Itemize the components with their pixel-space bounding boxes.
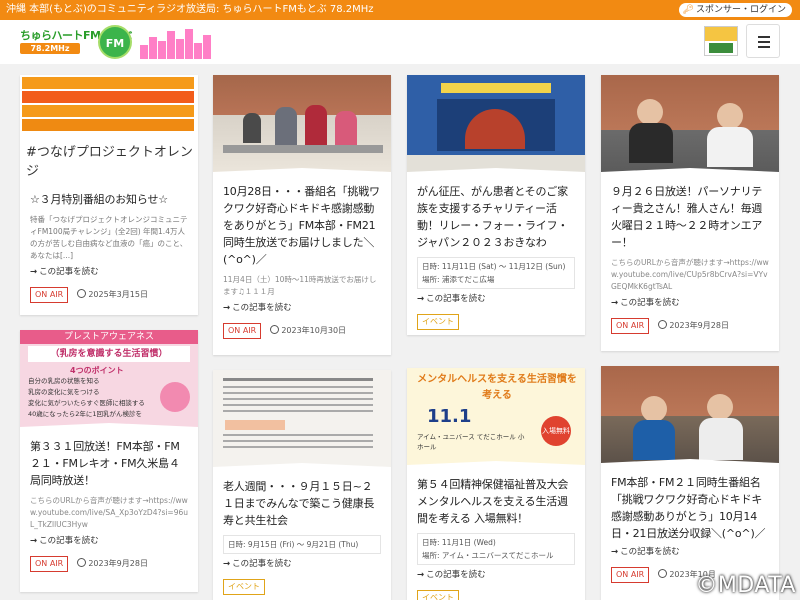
event-date: 日時: 11月1日 (Wed) [422, 538, 496, 547]
arrow-right-icon: → [30, 267, 38, 277]
post-card[interactable]: FM本部・FM２１同時生番組名「挑戦ワクワク好奇心ドキドキ感謝感動ありがとう」1… [601, 366, 779, 600]
arrow-right-icon: → [223, 559, 231, 569]
post-title[interactable]: ９月２６日放送！パーソナリティー貴之さん！雅人さん！毎週火曜日２１時〜２２時オン… [611, 183, 769, 251]
post-excerpt: 特番「つなげプロジェクトオレンジコミュニティFM100局チャレンジ」(全2回) … [30, 215, 188, 260]
post-thumbnail[interactable]: #つなげプロジェクトオレンジ [20, 75, 198, 183]
read-more-link[interactable]: → この記事を読む [417, 293, 575, 305]
post-thumbnail[interactable] [601, 366, 779, 466]
post-date: 2023年9月28日 [658, 320, 729, 330]
post-excerpt: こちらのURLから音声が聴けます→https://www.youtube.com… [30, 496, 189, 529]
read-more-link[interactable]: → この記事を読む [223, 558, 381, 570]
post-date: 2023年10月30日 [270, 325, 346, 335]
post-thumbnail[interactable] [213, 75, 391, 175]
clock-icon [270, 325, 280, 334]
thumbnail-point: 変化に気がついたらすぐ医師に相談する [28, 399, 145, 407]
thumbnail-caption: メンタルヘルスを支える生活習慣を考える [417, 374, 577, 401]
post-date: 2025年3月15日 [77, 289, 148, 299]
event-place: 場所: 浦添てだこ広場 [422, 275, 495, 284]
clock-icon [77, 558, 87, 567]
post-title[interactable]: 10月28日・・・番組名「挑戦ワクワク好奇心ドキドキ感謝感動をありがとう」FM本… [223, 183, 381, 268]
flower-icon [160, 382, 190, 412]
post-card[interactable]: #つなげプロジェクトオレンジ ☆３月特別番組のお知らせ☆ 特番「つなげプロジェク… [20, 75, 198, 315]
category-badge-event[interactable]: イベント [417, 589, 459, 600]
category-badge-onair[interactable]: ON AIR [611, 317, 650, 334]
category-badge-event[interactable]: イベント [223, 578, 265, 595]
post-thumbnail[interactable]: プレストアウェアネス （乳房を意識する生活習慣） 4つのポイント 自分の乳房の状… [20, 330, 198, 430]
post-excerpt: こちらのURLから音声が聴けます→https://www.youtube.com… [611, 258, 769, 291]
logo-frequency: 78.2MHz [20, 43, 80, 54]
top-bar: 沖縄 本部(もとぶ)のコミュニティラジオ放送局: ちゅらハートFMもとぶ 78.… [0, 0, 800, 20]
category-badge-onair[interactable]: ON AIR [30, 286, 69, 303]
read-more-link[interactable]: → この記事を読む [30, 535, 188, 547]
event-date: 日時: 9月15日 (Fri) 〜 9月21日 (Thu) [228, 540, 359, 549]
site-tagline: 沖縄 本部(もとぶ)のコミュニティラジオ放送局: ちゅらハートFMもとぶ 78.… [6, 4, 374, 15]
clock-icon [77, 289, 87, 298]
category-badge-event[interactable]: イベント [417, 313, 459, 330]
category-badge-onair[interactable]: ON AIR [223, 322, 262, 339]
post-card[interactable]: プレストアウェアネス （乳房を意識する生活習慣） 4つのポイント 自分の乳房の状… [20, 330, 198, 592]
post-title[interactable]: FM本部・FM２１同時生番組名「挑戦ワクワク好奇心ドキドキ感謝感動ありがとう」1… [611, 474, 769, 542]
clock-icon [658, 320, 668, 329]
thumbnail-point: 40歳になったら2年に1回乳がん検診を [28, 410, 143, 418]
post-title[interactable]: 老人週間・・・９月１５日~２１日までみんなで築こう健康長寿と共生社会 [223, 478, 381, 529]
post-title[interactable]: 第３３１回放送！FM本部・FM２１・FMレキオ・FM久米島４局同時放送！ [30, 438, 188, 489]
sponsor-login-button[interactable]: 🔑︎ スポンサー・ログイン [678, 3, 792, 17]
post-thumbnail[interactable]: メンタルヘルスを支える生活習慣を考える 11.1 アイム・ユニバース てだこホー… [407, 368, 585, 468]
watermark: ©MDATA [695, 573, 796, 598]
post-card[interactable]: がん征圧、がん患者とそのご家族を支援するチャリティー活動！リレー・フォー・ライフ… [407, 75, 585, 335]
hamburger-icon [758, 36, 770, 38]
thumbnail-free-badge: 入場無料 [541, 416, 571, 446]
post-date: 2023年9月28日 [77, 558, 148, 568]
arrow-right-icon: → [417, 570, 425, 580]
event-info-box: 日時: 11月1日 (Wed) 場所: アイム・ユニバースてだこホール [417, 533, 575, 565]
arrow-right-icon: → [611, 547, 619, 557]
read-more-link[interactable]: → この記事を読む [30, 266, 188, 278]
event-place: 場所: アイム・ユニバースてだこホール [422, 551, 554, 560]
post-thumbnail[interactable] [601, 75, 779, 175]
equalizer-graphic [140, 25, 214, 59]
post-title[interactable]: ☆３月特別番組のお知らせ☆ [30, 191, 188, 208]
clock-icon [658, 569, 668, 578]
header-banner-thumbnail[interactable] [704, 26, 738, 56]
thumbnail-caption: #つなげプロジェクトオレンジ [26, 145, 193, 179]
arrow-right-icon: → [223, 303, 231, 313]
event-date: 日時: 11月11日 (Sat) 〜 11月12日 (Sun) [422, 262, 566, 271]
thumbnail-venue: アイム・ユニバース てだこホール 小ホール [417, 433, 525, 451]
post-card[interactable]: ９月２６日放送！パーソナリティー貴之さん！雅人さん！毎週火曜日２１時〜２２時オン… [601, 75, 779, 351]
category-badge-onair[interactable]: ON AIR [30, 555, 69, 572]
read-more-link[interactable]: → この記事を読む [417, 569, 575, 581]
post-thumbnail[interactable] [213, 370, 391, 470]
logo-mark: FM [98, 25, 132, 59]
key-icon: 🔑︎ [682, 5, 694, 15]
hamburger-menu-button[interactable] [746, 24, 780, 58]
thumbnail-caption: （乳房を意識する生活習慣） [28, 346, 190, 362]
arrow-right-icon: → [611, 298, 619, 308]
post-card[interactable]: 10月28日・・・番組名「挑戦ワクワク好奇心ドキドキ感謝感動をありがとう」FM本… [213, 75, 391, 355]
thumbnail-date: 11.1 [427, 406, 472, 427]
post-card[interactable]: 老人週間・・・９月１５日~２１日までみんなで築こう健康長寿と共生社会 日時: 9… [213, 370, 391, 600]
post-title[interactable]: 第５４回精神保健福祉普及大会メンタルヘルスを支える生活週間を考える 入場無料！ [417, 476, 575, 527]
thumbnail-points-title: 4つのポイント [70, 366, 124, 375]
sponsor-login-label: スポンサー・ログイン [695, 5, 786, 15]
post-title[interactable]: がん征圧、がん患者とそのご家族を支援するチャリティー活動！リレー・フォー・ライフ… [417, 183, 575, 251]
arrow-right-icon: → [417, 294, 425, 304]
arrow-right-icon: → [30, 536, 38, 546]
post-thumbnail[interactable] [407, 75, 585, 175]
event-info-box: 日時: 11月11日 (Sat) 〜 11月12日 (Sun) 場所: 浦添てだ… [417, 257, 575, 289]
read-more-link[interactable]: → この記事を読む [611, 297, 769, 309]
read-more-link[interactable]: → この記事を読む [611, 546, 769, 558]
thumbnail-heading: プレストアウェアネス [20, 330, 198, 344]
site-header: ちゅらハートFMもとぶ 78.2MHz FM [0, 20, 800, 64]
event-info-box: 日時: 9月15日 (Fri) 〜 9月21日 (Thu) [223, 535, 381, 554]
thumbnail-point: 乳房の変化に気をつける [28, 388, 100, 396]
category-badge-onair[interactable]: ON AIR [611, 566, 650, 583]
thumbnail-point: 自分の乳房の状態を知る [28, 377, 100, 385]
post-excerpt: 11月4日（土）10時〜11時再放送でお届けします♫１１１月 [223, 275, 377, 296]
read-more-link[interactable]: → この記事を読む [223, 302, 381, 314]
post-card[interactable]: メンタルヘルスを支える生活習慣を考える 11.1 アイム・ユニバース てだこホー… [407, 368, 585, 600]
